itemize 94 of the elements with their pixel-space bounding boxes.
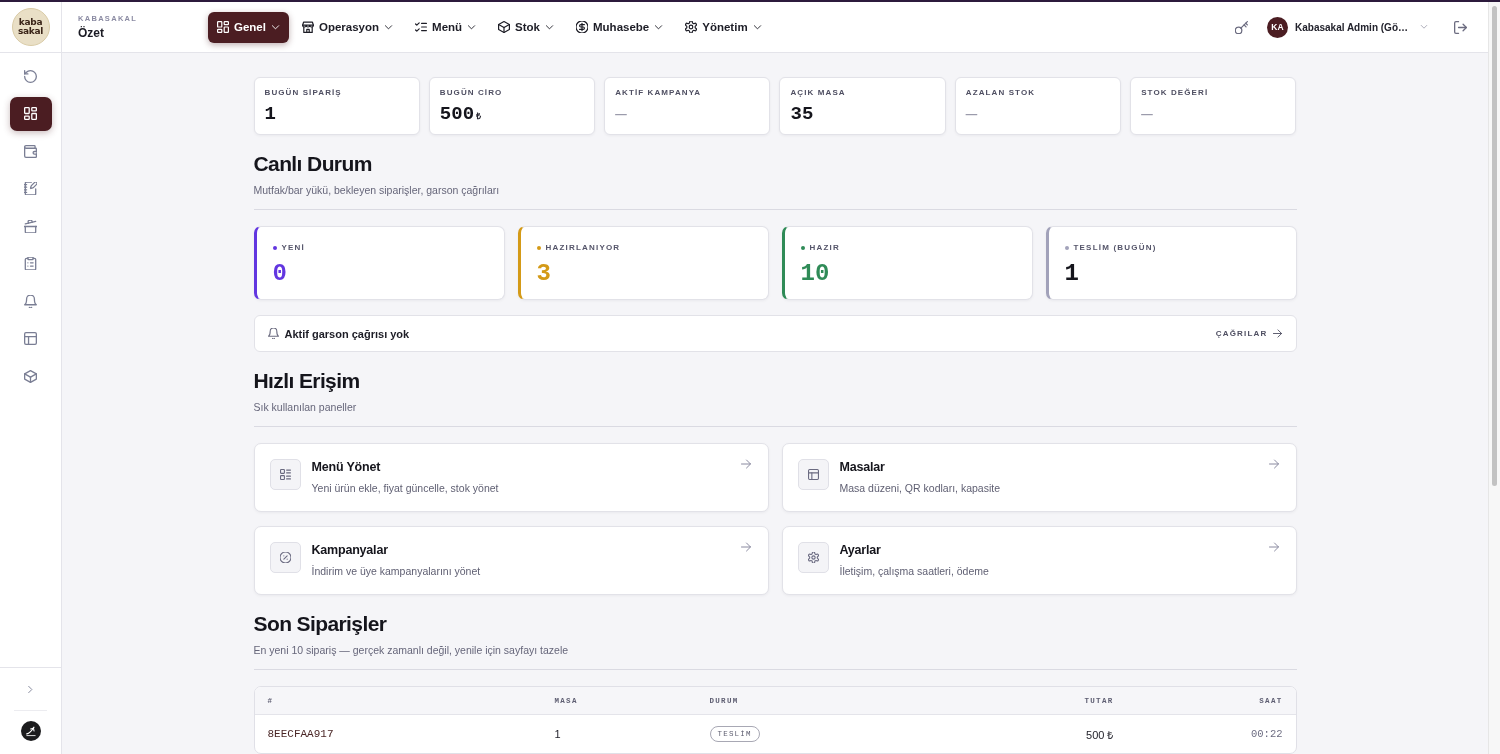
clipboard-list-icon [24,257,37,270]
logo-text: sakal [17,27,44,36]
nav-menu-button[interactable]: Yönetim [676,11,771,43]
status-count: 10 [800,260,831,288]
status-count: 1 [1064,260,1080,288]
time-cell-text: 00:22 [1250,727,1284,742]
user-menu-button[interactable]: KA Kabasakal Admin (Gö… [1261,12,1434,42]
arrow-right-icon [1272,329,1282,338]
chevron-right-icon [26,684,35,694]
settings-icon [797,542,829,573]
layout-icon [797,459,829,490]
quick-access-card[interactable]: Kampanyalar İndirim ve üye kampanyalarını yönet [253,526,769,595]
scrollbar-thumb[interactable] [1492,6,1497,486]
card-title: Kampanyalar [311,542,388,558]
section-title: Canlı Durum [253,151,373,177]
key-icon [1234,20,1248,34]
logout-icon [1453,20,1467,34]
chevron-down-icon [1420,23,1428,31]
quick-access-card[interactable]: Ayarlar İletişim, çalışma saatleri, ödeme [781,526,1297,595]
box-icon [24,369,37,383]
chevron-down-icon [270,22,280,32]
sidebar-button[interactable] [9,96,52,131]
arrow-right-icon [740,542,751,552]
settings-icon [685,21,698,33]
status-count: 0 [272,260,288,288]
card-description: Masa düzeni, QR kodları, kapasite [839,481,1000,496]
arrow-right-icon [1268,459,1279,469]
logo-text: kaba [18,18,43,27]
grid-icon [217,21,229,33]
stat-value: — [1141,103,1153,125]
section-subtitle: Sık kullanılan paneller [253,400,358,415]
card-description: İndirim ve üye kampanyalarını yönet [311,564,481,579]
chevron-down-icon [384,22,394,32]
page-title: Özet [78,26,104,40]
nav-menu-button[interactable]: Operasyon [292,11,403,43]
dollar-icon [576,21,588,33]
stat-value: — [965,103,978,125]
nav-menu-button[interactable]: Menü [406,11,486,43]
notebook-pen-icon [24,182,37,195]
arrow-right-icon [740,459,751,469]
nav-menu-button[interactable]: Stok [489,11,563,43]
chevron-down-icon [545,22,554,32]
calls-link[interactable]: ÇAĞRILAR [1215,329,1282,338]
section-title: Hızlı Erişim [253,368,361,394]
stat-label: AZALAN STOK [965,87,1037,99]
status-label: HAZIR [809,242,840,254]
cooking-pot-icon [24,219,37,233]
chevron-down-icon [467,22,477,32]
card-title: Masalar [839,459,885,475]
table-cell-text: 1 [553,727,562,742]
stat-value: 500 [439,103,475,125]
stat-value: 35 [790,103,814,125]
checklist-icon [415,21,428,33]
section-subtitle: En yeni 10 sipariş — gerçek zamanlı değil, yenile için sayfayı tazele [253,643,570,658]
card-description: Yeni ürün ekle, fiyat güncelle, stok yönet [311,481,499,496]
stat-label: AKTİF KAMPANYA [615,87,703,99]
waiter-call-status: Aktif garson çağrısı yok [284,327,410,340]
card-title: Menü Yönet [311,459,381,475]
store-icon [301,21,314,33]
stat-label: BUGÜN CİRO [439,87,504,99]
wallet-icon [24,144,37,158]
status-count: 3 [536,260,552,288]
bell-icon [24,294,37,308]
status-label: YENİ [281,242,305,254]
currency-symbol: ₺ [476,110,482,122]
order-id-cell-text: 8EECFAA917 [266,727,335,742]
nav-menu-button[interactable]: Muhasebe [567,11,673,43]
card-title: Ayarlar [839,542,881,558]
quick-access-card[interactable]: Masalar Masa düzeni, QR kodları, kapasite [781,443,1297,512]
section-title: Son Siparişler [253,611,388,637]
stat-label: STOK DEĞERİ [1141,87,1210,99]
stat-value: — [615,103,627,125]
refresh-icon [24,69,37,83]
grid-icon [24,107,37,120]
user-avatar: KA [1267,16,1288,38]
percent-icon [269,542,301,573]
bell-icon [267,328,279,339]
box-icon [498,21,511,33]
card-description: İletişim, çalışma saatleri, ödeme [839,564,989,579]
amount-cell-text: 500 ₺ [1085,727,1115,743]
chevron-down-icon [654,22,664,32]
section-subtitle: Mutfak/bar yükü, bekleyen siparişler, garson çağrıları [253,183,501,198]
stat-value: 1 [264,103,276,125]
chevron-down-icon [752,22,762,32]
list-icon [269,459,301,490]
arrow-right-icon [1268,542,1279,552]
stat-label: AÇIK MASA [790,87,847,99]
status-label: TESLİM (BUGÜN) [1073,242,1157,254]
status-label: HAZIRLANIYOR [545,242,621,254]
quick-access-card[interactable]: Menü Yönet Yeni ürün ekle, fiyat güncelle, stok yönet [253,443,769,512]
layout-icon [24,332,37,345]
nav-menu-button[interactable]: Genel [208,11,289,43]
brand-logo-icon [20,721,41,741]
stat-label: BUGÜN SİPARİŞ [264,87,343,99]
